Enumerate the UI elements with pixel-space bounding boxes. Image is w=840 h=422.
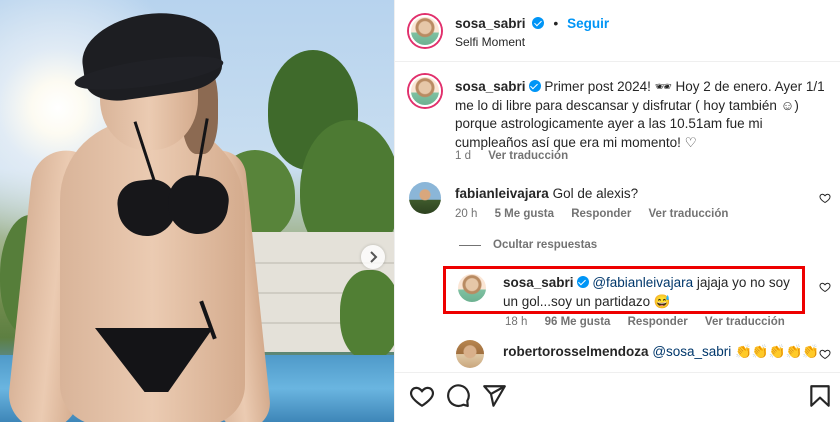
translate-link[interactable]: Ver traducción [705, 316, 785, 328]
comment-text: Gol de alexis? [552, 186, 639, 201]
verified-icon [532, 17, 545, 29]
post-header: sosa_sabri • Seguir Selfi Moment [395, 0, 840, 62]
share-icon[interactable] [481, 383, 507, 409]
commenter-avatar[interactable] [456, 340, 484, 368]
replies-divider [459, 245, 481, 246]
translate-link[interactable]: Ver traducción [649, 208, 729, 220]
caption-author-avatar[interactable] [409, 75, 441, 107]
reply-button[interactable]: Responder [571, 208, 631, 220]
background-bush [340, 270, 394, 360]
caption-translate-link[interactable]: Ver traducción [488, 150, 568, 162]
author-username[interactable]: sosa_sabri [455, 16, 526, 31]
reply-author-avatar[interactable] [456, 272, 488, 304]
caption: sosa_sabri Primer post 2024! 🕶 Hoy 2 de … [455, 78, 825, 152]
separator-dot: • [553, 15, 559, 31]
comment-mention[interactable]: @sosa_sabri [652, 344, 731, 359]
commenter-avatar[interactable] [409, 182, 441, 214]
chevron-right-icon [370, 251, 378, 263]
post-location[interactable]: Selfi Moment [455, 35, 525, 49]
reply: sosa_sabri @fabianleivajara jajaja yo no… [503, 274, 793, 311]
comment-time[interactable]: 20 h [455, 208, 477, 220]
heart-icon[interactable] [819, 281, 831, 293]
bookmark-icon[interactable] [807, 383, 833, 409]
reply-author[interactable]: sosa_sabri [503, 275, 574, 290]
comment-likes[interactable]: 5 Me gusta [495, 208, 554, 220]
reply-meta: 18 h 96 Me gusta Responder Ver traducció… [505, 316, 799, 328]
caption-meta: 1 d Ver traducción [455, 150, 582, 162]
author-avatar[interactable] [409, 15, 441, 47]
verified-icon [576, 276, 589, 288]
heart-icon[interactable] [819, 348, 831, 360]
heart-icon[interactable] [819, 192, 831, 204]
caption-author[interactable]: sosa_sabri [455, 79, 526, 94]
caption-time[interactable]: 1 d [455, 150, 471, 162]
reply-mention[interactable]: @fabianleivajara [592, 275, 693, 290]
hide-replies-button[interactable]: Ocultar respuestas [493, 239, 597, 251]
verified-icon [528, 80, 541, 92]
follow-button[interactable]: Seguir [567, 16, 609, 31]
post-side-panel: sosa_sabri • Seguir Selfi Moment sosa_sa… [394, 0, 840, 422]
comment-text: 👏👏👏👏👏 [731, 344, 820, 359]
comment-icon[interactable] [445, 383, 471, 409]
post-actions-bar [395, 372, 840, 422]
comment: robertorosselmendoza @sosa_sabri 👏👏👏👏👏 [503, 343, 819, 362]
reply-button[interactable]: Responder [628, 316, 688, 328]
heart-icon[interactable] [409, 383, 435, 409]
comment-author[interactable]: fabianleivajara [455, 186, 549, 201]
carousel-next-button[interactable] [361, 245, 385, 269]
comment-author[interactable]: robertorosselmendoza [503, 344, 649, 359]
post-image[interactable] [0, 0, 394, 422]
reply-likes[interactable]: 96 Me gusta [545, 316, 611, 328]
reply-time[interactable]: 18 h [505, 316, 527, 328]
